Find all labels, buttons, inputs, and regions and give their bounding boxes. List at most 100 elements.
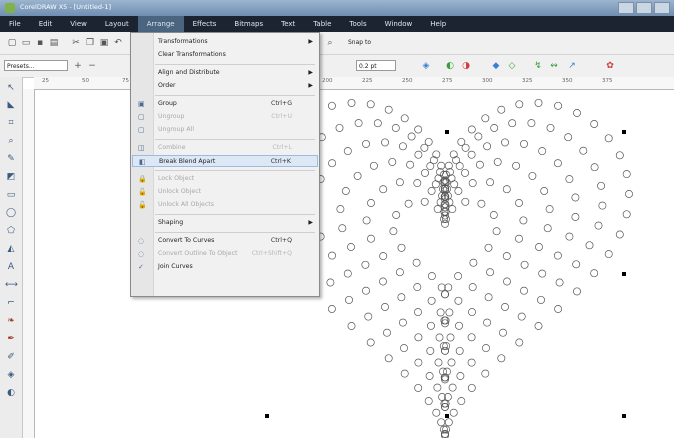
presets-dropdown[interactable]: Presets... bbox=[4, 60, 68, 71]
connector-tool-icon[interactable]: ⌐ bbox=[5, 297, 17, 309]
blend-circle bbox=[435, 333, 444, 342]
paste-icon[interactable]: ▣ bbox=[98, 37, 110, 49]
blend-circle bbox=[373, 119, 382, 128]
start-end-properties-icon[interactable]: ↗ bbox=[566, 60, 578, 72]
menu-view[interactable]: View bbox=[61, 16, 96, 32]
text-tool-icon[interactable]: A bbox=[5, 261, 17, 273]
menu-item-convert-to-curves[interactable]: ◌ Convert To Curves Ctrl+Q bbox=[132, 235, 318, 247]
freehand-tool-icon[interactable]: ✎ bbox=[5, 153, 17, 165]
menu-item-align-and-distribute[interactable]: Align and Distribute ▶ bbox=[132, 67, 318, 79]
zoom-tool-icon[interactable]: ⌕ bbox=[5, 135, 17, 147]
rectangle-tool-icon[interactable]: ▭ bbox=[5, 189, 17, 201]
minimize-button[interactable] bbox=[618, 2, 634, 14]
menu-effects[interactable]: Effects bbox=[184, 16, 226, 32]
shape-tool-icon[interactable]: ◣ bbox=[5, 99, 17, 111]
selection-handle[interactable] bbox=[265, 414, 269, 418]
path-properties-icon[interactable]: ↯ bbox=[532, 60, 544, 72]
object-color-icon[interactable]: ◆ bbox=[490, 60, 502, 72]
menu-file[interactable]: File bbox=[0, 16, 30, 32]
menu-item-join-curves[interactable]: ✓ Join Curves bbox=[132, 261, 318, 273]
menu-item-unlock-all-objects[interactable]: 🔓 Unlock All Objects bbox=[132, 199, 318, 211]
menu-item-combine[interactable]: ◫ Combine Ctrl+L bbox=[132, 142, 318, 154]
menu-bitmaps[interactable]: Bitmaps bbox=[225, 16, 272, 32]
loop-blend-icon[interactable]: ◑ bbox=[460, 60, 472, 72]
cut-icon[interactable]: ✂ bbox=[70, 37, 82, 49]
blend-circle bbox=[432, 408, 441, 417]
window-title: CorelDRAW X5 - [Untitled-1] bbox=[20, 3, 112, 11]
blend-circle bbox=[449, 408, 458, 417]
smart-fill-tool-icon[interactable]: ◩ bbox=[5, 171, 17, 183]
remove-preset-icon[interactable]: − bbox=[86, 60, 98, 72]
selection-handle[interactable] bbox=[445, 414, 449, 418]
parallel-dimension-tool-icon[interactable]: ⟷ bbox=[5, 279, 18, 291]
menu-item-break-blend-apart[interactable]: ◧ Break Blend Apart Ctrl+K bbox=[132, 155, 318, 167]
fill-tool-icon[interactable]: ◈ bbox=[5, 369, 17, 381]
menu-item-label: Unlock Object bbox=[158, 188, 202, 195]
copy-icon[interactable]: ❐ bbox=[84, 37, 96, 49]
blend-circle bbox=[446, 333, 455, 342]
blend-direction-icon[interactable]: ◐ bbox=[444, 60, 456, 72]
menu-item-convert-outline-to-object[interactable]: ◌ Convert Outline To Object Ctrl+Shift+Q bbox=[132, 248, 318, 260]
print-icon[interactable]: ▤ bbox=[48, 37, 60, 49]
menu-item-transformations[interactable]: Transformations ▶ bbox=[132, 36, 318, 48]
menu-edit[interactable]: Edit bbox=[30, 16, 62, 32]
snap-to-dropdown[interactable]: Snap to bbox=[346, 37, 394, 48]
menu-table[interactable]: Table bbox=[304, 16, 340, 32]
eyedropper-tool-icon[interactable]: ✒ bbox=[5, 333, 17, 345]
blend-circle bbox=[345, 295, 353, 304]
menu-item-clear-transformations[interactable]: Clear Transformations bbox=[132, 49, 318, 61]
blend-circle bbox=[625, 190, 633, 198]
blend-circle bbox=[571, 213, 580, 221]
menu-tools[interactable]: Tools bbox=[340, 16, 375, 32]
blend-circle bbox=[481, 369, 490, 378]
ellipse-tool-icon[interactable]: ◯ bbox=[5, 207, 17, 219]
menu-item-shaping[interactable]: Shaping ▶ bbox=[132, 217, 318, 229]
save-icon[interactable]: ▪ bbox=[34, 37, 46, 49]
menu-text[interactable]: Text bbox=[272, 16, 304, 32]
zoom-icon[interactable]: ⌕ bbox=[324, 37, 336, 49]
selection-handle[interactable] bbox=[622, 414, 626, 418]
maximize-button[interactable] bbox=[636, 2, 652, 14]
outline-width-dropdown[interactable]: 0.2 pt bbox=[356, 60, 396, 71]
new-document-icon[interactable]: ▢ bbox=[6, 37, 18, 49]
basic-shapes-tool-icon[interactable]: ◭ bbox=[5, 243, 17, 255]
blend-steps-icon[interactable]: ◈ bbox=[420, 60, 432, 72]
more-blend-options-icon[interactable]: ↭ bbox=[548, 60, 560, 72]
blend-circle bbox=[519, 216, 528, 225]
menu-item-order[interactable]: Order ▶ bbox=[132, 80, 318, 92]
blend-tool-icon[interactable]: ❧ bbox=[5, 315, 17, 327]
menu-help[interactable]: Help bbox=[421, 16, 455, 32]
add-preset-icon[interactable]: + bbox=[72, 60, 84, 72]
interactive-fill-tool-icon[interactable]: ◐ bbox=[5, 387, 17, 399]
blend-circle bbox=[354, 119, 363, 128]
blend-circle bbox=[407, 132, 416, 141]
pick-tool-icon[interactable]: ↖ bbox=[5, 82, 17, 94]
menu-window[interactable]: Window bbox=[376, 16, 422, 32]
submenu-arrow-icon: ▶ bbox=[308, 82, 313, 89]
menu-item-group[interactable]: ▣ Group Ctrl+G bbox=[132, 98, 318, 110]
blend-circle bbox=[400, 369, 409, 378]
clear-blend-icon[interactable]: ✿ bbox=[604, 60, 616, 72]
menu-layout[interactable]: Layout bbox=[96, 16, 138, 32]
selection-handle[interactable] bbox=[622, 272, 626, 276]
polygon-tool-icon[interactable]: ⬠ bbox=[5, 225, 17, 237]
menu-item-ungroup-all[interactable]: ▢ Ungroup All bbox=[132, 124, 318, 136]
blend-circle bbox=[400, 344, 408, 353]
menu-item-ungroup[interactable]: ▢ Ungroup Ctrl+U bbox=[132, 111, 318, 123]
object-acceleration-icon[interactable]: ◇ bbox=[506, 60, 518, 72]
blend-circle bbox=[454, 296, 463, 305]
open-icon[interactable]: ▭ bbox=[20, 37, 32, 49]
menu-arrange[interactable]: Arrange bbox=[137, 16, 184, 32]
blend-circle bbox=[414, 308, 422, 317]
outline-tool-icon[interactable]: ✐ bbox=[5, 351, 17, 363]
undo-icon[interactable]: ↶ bbox=[112, 37, 124, 49]
crop-tool-icon[interactable]: ⌗ bbox=[5, 117, 17, 129]
blend-circle bbox=[367, 234, 375, 243]
blend-circle bbox=[341, 187, 350, 195]
menu-item-unlock-object[interactable]: 🔓 Unlock Object bbox=[132, 186, 318, 198]
selection-handle[interactable] bbox=[622, 130, 626, 134]
blend-circle bbox=[421, 168, 429, 177]
close-button[interactable] bbox=[654, 2, 670, 14]
selection-handle[interactable] bbox=[445, 130, 449, 134]
menu-item-lock-object[interactable]: 🔒 Lock Object bbox=[132, 173, 318, 185]
